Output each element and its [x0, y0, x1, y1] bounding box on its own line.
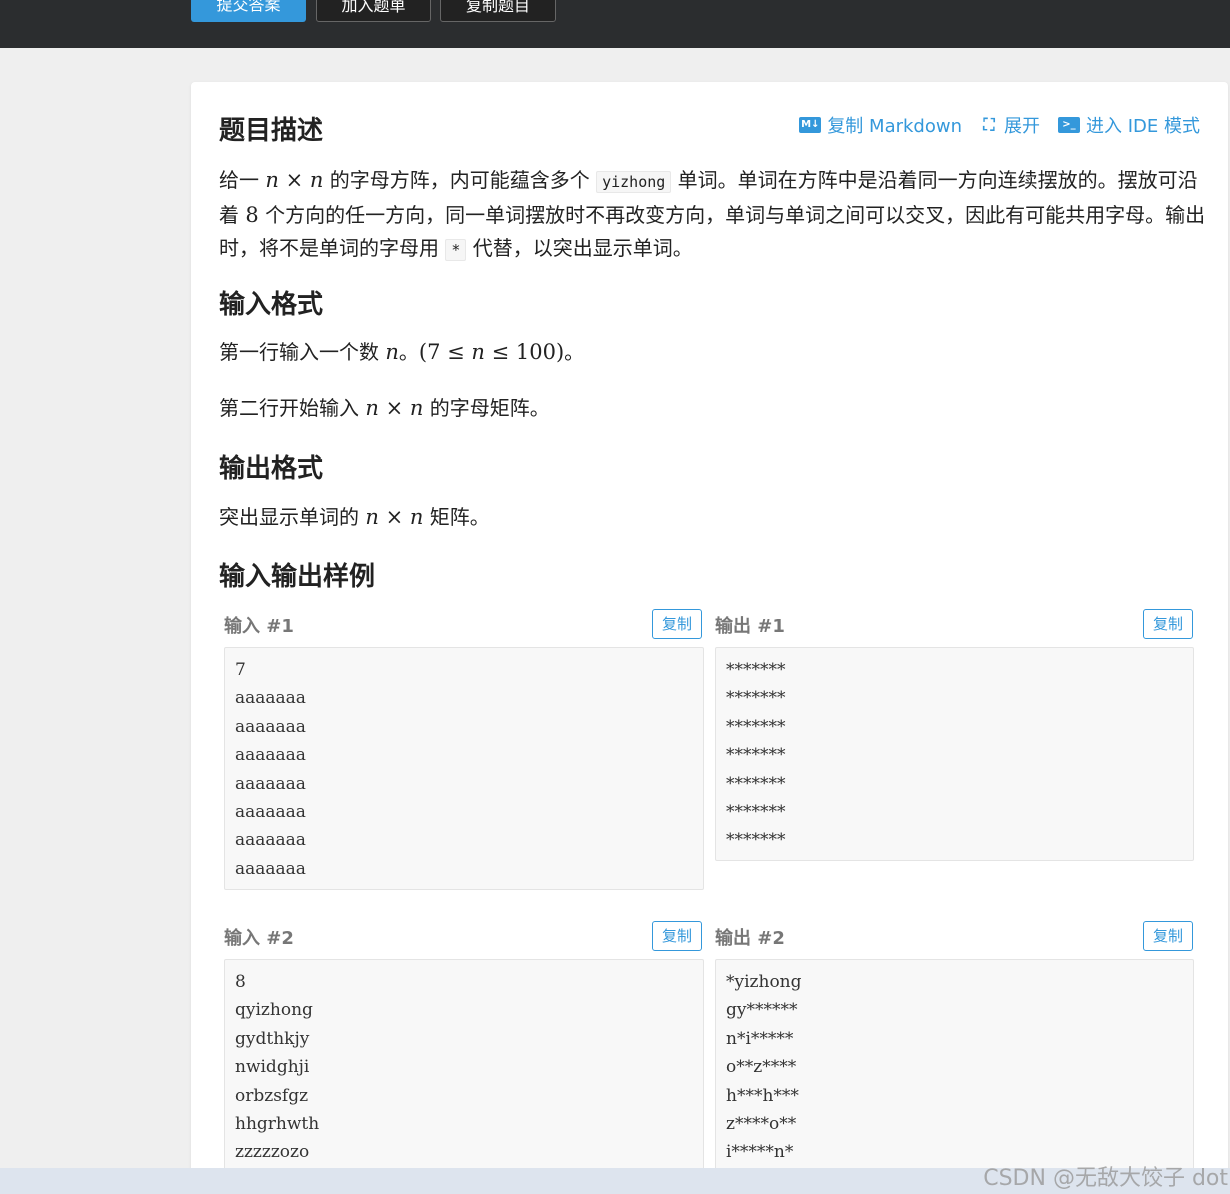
sample-input-2[interactable]: 8 qyizhong gydthkjy nwidghji orbzsfgz hh… — [224, 959, 704, 1172]
sample-input-label: 输入 #2 — [224, 928, 294, 949]
problem-tools: M↓ 复制 Markdown ⛶ 展开 >_ 进入 IDE 模式 — [799, 112, 1200, 138]
output-format-text: 突出显示单词的 n × n 矩阵。 — [219, 505, 490, 529]
sample-output-label: 输出 #2 — [715, 928, 785, 949]
copy-input-1-button[interactable]: 复制 — [652, 609, 702, 639]
expand-icon: ⛶ — [983, 115, 995, 134]
samples-title: 输入输出样例 — [219, 562, 376, 592]
markdown-icon: M↓ — [799, 117, 822, 133]
submit-answer-button[interactable]: 提交答案 — [191, 0, 306, 22]
sample-output-2[interactable]: *yizhong gy****** n*i***** o**z**** h***… — [715, 959, 1194, 1172]
top-toolbar: 提交答案 加入题单 复制题目 — [0, 0, 1230, 48]
input-format-line2: 第二行开始输入 n × n 的字母矩阵。 — [219, 396, 550, 420]
star-code: * — [445, 239, 467, 261]
output-format-title: 输出格式 — [219, 454, 324, 484]
expand-label: 展开 — [1004, 116, 1040, 137]
sample-input-label: 输入 #1 — [224, 616, 294, 637]
copy-output-2-button[interactable]: 复制 — [1143, 921, 1193, 951]
sample-input-1[interactable]: 7 aaaaaaa aaaaaaa aaaaaaa aaaaaaa aaaaaa… — [224, 647, 704, 890]
copy-markdown-label: 复制 Markdown — [827, 116, 962, 137]
sample-output-label: 输出 #1 — [715, 616, 785, 637]
description-text: 给一 n × n 的字母方阵，内可能蕴含多个 yizhong 单词。单词在方阵中… — [219, 168, 1206, 261]
copy-output-1-button[interactable]: 复制 — [1143, 609, 1193, 639]
terminal-icon: >_ — [1058, 117, 1080, 133]
sample-output-1[interactable]: ******* ******* ******* ******* ******* … — [715, 647, 1194, 861]
word-code: yizhong — [596, 171, 672, 193]
input-format-line1: 第一行输入一个数 n。(7 ≤ n ≤ 100)。 — [219, 340, 585, 364]
copy-problem-button[interactable]: 复制题目 — [440, 0, 556, 22]
description-title: 题目描述 — [219, 116, 324, 146]
csdn-watermark: CSDN @无敌大饺子 dot — [983, 1166, 1228, 1191]
expand-button[interactable]: ⛶ 展开 — [980, 112, 1040, 138]
problem-card: 题目描述 M↓ 复制 Markdown ⛶ 展开 >_ 进入 IDE 模式 给一… — [191, 82, 1228, 1172]
input-format-title: 输入格式 — [219, 290, 324, 320]
copy-markdown-button[interactable]: M↓ 复制 Markdown — [799, 112, 962, 138]
ide-mode-label: 进入 IDE 模式 — [1086, 116, 1200, 137]
add-to-list-button[interactable]: 加入题单 — [316, 0, 431, 22]
copy-input-2-button[interactable]: 复制 — [652, 921, 702, 951]
ide-mode-button[interactable]: >_ 进入 IDE 模式 — [1058, 112, 1200, 138]
